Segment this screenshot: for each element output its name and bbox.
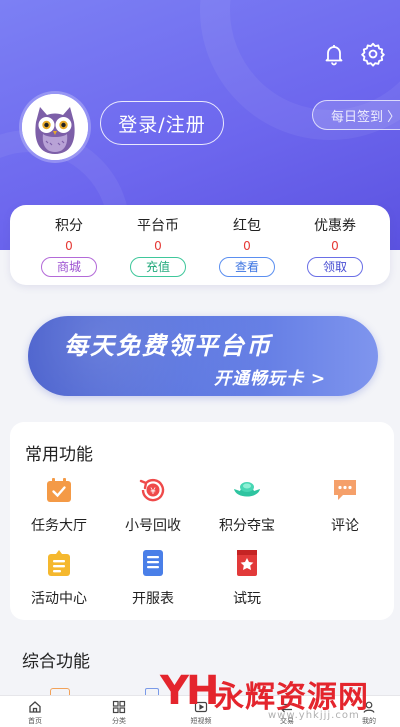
stat-value: 0 xyxy=(331,239,339,253)
assets-card: 积分 0 商城 平台币 0 充值 红包 0 查看 优惠券 0 领取 xyxy=(10,205,390,285)
task-hall-item[interactable]: 任务大厅 xyxy=(14,475,104,535)
trial-item[interactable]: 试玩 xyxy=(202,548,292,608)
stat-coupon: 优惠券 0 领取 xyxy=(295,205,375,277)
tab-category[interactable]: 分类 xyxy=(94,699,144,726)
tab-label: 首页 xyxy=(28,717,42,725)
mall-button[interactable]: 商城 xyxy=(41,257,97,277)
section-title: 常用功能 xyxy=(25,445,93,465)
promo-banner[interactable]: 每天免费领平台币 开通畅玩卡 > xyxy=(28,316,378,396)
activity-center-item[interactable]: 活动中心 xyxy=(14,548,104,608)
banner-headline: 每天免费领平台币 xyxy=(64,332,272,360)
task-calendar-icon xyxy=(44,475,74,505)
bell-icon[interactable] xyxy=(320,40,348,68)
common-functions-panel: 常用功能 任务大厅 ¥ 小号回收 积分夺宝 评论 活动中心 开服表 试玩 xyxy=(10,422,394,620)
avatar[interactable] xyxy=(22,94,88,160)
recycle-coin-icon: ¥ xyxy=(138,475,168,505)
stat-value: 0 xyxy=(243,239,251,253)
grid-icon xyxy=(94,699,144,714)
login-register-button[interactable]: 登录/注册 xyxy=(100,101,224,145)
recharge-button[interactable]: 充值 xyxy=(130,257,186,277)
view-button[interactable]: 查看 xyxy=(219,257,275,277)
home-icon xyxy=(10,699,60,714)
function-label: 积分夺宝 xyxy=(219,518,275,534)
gold-ingot-icon xyxy=(232,475,262,505)
claim-button[interactable]: 领取 xyxy=(307,257,363,277)
watermark-logo: YH xyxy=(160,668,219,714)
server-list-icon xyxy=(138,548,168,578)
stat-points: 积分 0 商城 xyxy=(29,205,109,277)
function-label: 开服表 xyxy=(132,591,174,607)
function-label: 小号回收 xyxy=(125,518,181,534)
points-treasure-item[interactable]: 积分夺宝 xyxy=(202,475,292,535)
tab-label: 分类 xyxy=(112,717,126,725)
site-watermark: YH 永辉资源网 www.yhkjjj.com xyxy=(160,668,400,724)
tab-home[interactable]: 首页 xyxy=(10,699,60,726)
trial-bookmark-icon xyxy=(232,548,262,578)
server-list-item[interactable]: 开服表 xyxy=(108,548,198,608)
function-label: 活动中心 xyxy=(31,591,87,607)
svg-text:¥: ¥ xyxy=(150,487,156,497)
stat-label: 平台币 xyxy=(137,218,179,234)
comment-item[interactable]: 评论 xyxy=(300,475,390,535)
stat-label: 红包 xyxy=(233,218,261,234)
activity-board-icon xyxy=(44,548,74,578)
owl-avatar-icon xyxy=(22,94,88,160)
stat-red-packet: 红包 0 查看 xyxy=(207,205,287,277)
stat-label: 积分 xyxy=(55,218,83,234)
stat-label: 优惠券 xyxy=(314,218,356,234)
stat-value: 0 xyxy=(65,239,73,253)
stat-platform-coin: 平台币 0 充值 xyxy=(118,205,198,277)
gear-icon[interactable] xyxy=(359,40,387,68)
watermark-url: www.yhkjjj.com xyxy=(268,710,360,721)
section-title: 综合功能 xyxy=(22,652,90,672)
comment-bubble-icon xyxy=(330,475,360,505)
stat-value: 0 xyxy=(154,239,162,253)
function-label: 任务大厅 xyxy=(31,518,87,534)
banner-cta: 开通畅玩卡 > xyxy=(214,369,327,389)
function-label: 试玩 xyxy=(233,591,261,607)
function-label: 评论 xyxy=(331,518,359,534)
daily-signin-button[interactable]: 每日签到 〉 xyxy=(312,100,400,130)
account-recycle-item[interactable]: ¥ 小号回收 xyxy=(108,475,198,535)
